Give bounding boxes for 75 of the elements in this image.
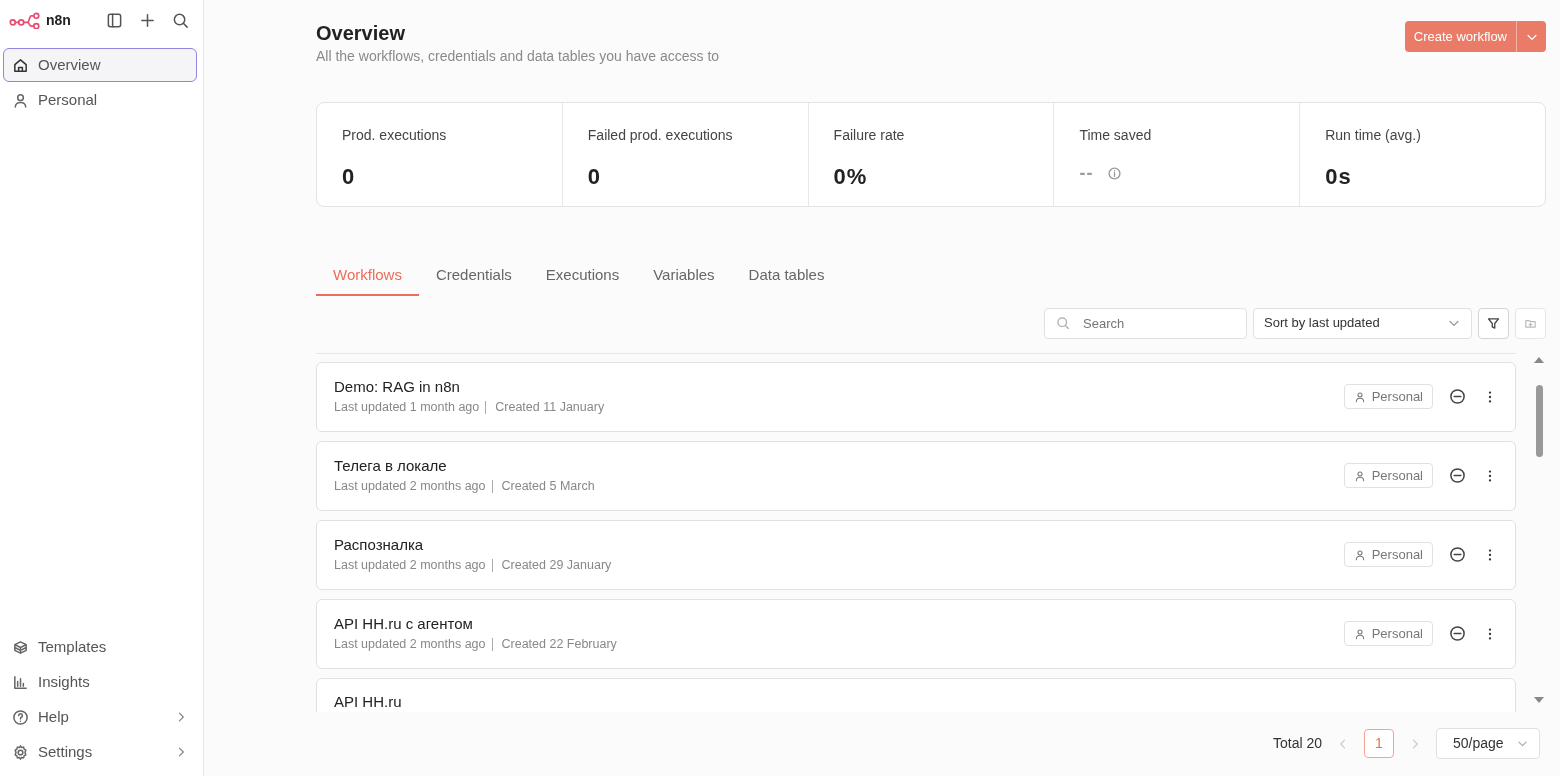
workflow-title: Demo: RAG in n8n [334, 376, 461, 397]
workflow-title: API HH.ru с агентом [334, 613, 474, 634]
info-icon[interactable] [1107, 166, 1123, 181]
workflow-title: API HH.ru [334, 691, 402, 712]
stat-label: Run time (avg.) [1325, 126, 1422, 145]
minus-circle-icon [1449, 467, 1466, 484]
stat-value: 0 [587, 163, 602, 191]
stat-label: Time saved [1079, 126, 1153, 145]
archive-button[interactable] [1449, 388, 1466, 405]
nav-item[interactable]: Personal [3, 83, 197, 117]
owner-badge: Personal [1343, 621, 1433, 646]
search-field[interactable]: Search [1044, 307, 1247, 339]
stat-label: Failed prod. executions [587, 126, 734, 145]
tab[interactable]: Credentials [418, 260, 529, 296]
bar-chart-icon [12, 673, 29, 691]
settings-icon [12, 743, 29, 761]
archive-button[interactable] [1449, 625, 1466, 642]
stat-value: 0s [1325, 163, 1352, 191]
updated-text: Last updated 2 months ago [334, 557, 486, 575]
created-text: Created 29 January [501, 557, 612, 575]
person-icon [1353, 390, 1366, 403]
filter-icon [1486, 315, 1501, 331]
tab[interactable]: Data tables [731, 260, 842, 296]
brand-name: n8n [46, 10, 71, 30]
archive-button[interactable] [1449, 546, 1466, 563]
filter-button[interactable] [1478, 307, 1509, 339]
page-subtitle: All the workflows, credentials and data tables you have access to [316, 47, 720, 66]
workflow-card[interactable]: API HH.ru [316, 677, 1516, 712]
nav-item[interactable]: Overview [3, 48, 197, 82]
updated-text: Last updated 2 months ago [334, 478, 486, 496]
add-icon[interactable] [139, 11, 156, 29]
owner-badge: Personal [1343, 384, 1433, 409]
workflow-card[interactable]: API HH.ru с агентом Last updated 2 months ago Created 22 February Personal [316, 598, 1516, 669]
archive-button[interactable] [1449, 467, 1466, 484]
created-text: Created 22 February [501, 636, 617, 654]
tab[interactable]: Executions [528, 260, 637, 296]
workflow-card[interactable]: Телега в локале Last updated 2 months ago Created 5 March Personal [316, 440, 1516, 511]
person-icon [1353, 627, 1366, 640]
home-icon [12, 56, 29, 74]
owner-badge: Personal [1343, 463, 1433, 488]
help-icon [12, 708, 29, 726]
created-text: Created 5 March [501, 478, 595, 496]
person-icon [12, 91, 29, 109]
stat-value: 0 [342, 163, 356, 191]
search-icon [1056, 315, 1070, 330]
stat-value: -- [1079, 162, 1094, 185]
minus-circle-icon [1449, 546, 1466, 563]
workflow-title: Телега в локале [334, 455, 448, 476]
workflow-card[interactable]: Demo: RAG in n8n Last updated 1 month ago Created 11 January Personal [316, 361, 1516, 432]
search-icon[interactable] [172, 11, 189, 29]
page-size-dropdown[interactable]: 50/page [1436, 728, 1540, 760]
minus-circle-icon [1449, 388, 1466, 405]
nav-item[interactable]: Templates [3, 630, 197, 664]
cube-icon [12, 638, 29, 656]
sidebar-toggle-icon[interactable] [106, 11, 123, 29]
updated-text: Last updated 1 month ago [334, 399, 480, 417]
nav-item[interactable]: Settings [3, 735, 197, 769]
updated-text: Last updated 2 months ago [334, 636, 486, 654]
stat-value: 0% [833, 163, 868, 191]
workflow-card[interactable]: Распозналка Last updated 2 months ago Created 29 January Personal [316, 519, 1516, 590]
minus-circle-icon [1449, 625, 1466, 642]
stat-label: Prod. executions [342, 126, 448, 145]
sort-dropdown[interactable]: Sort by last updated [1253, 307, 1472, 339]
person-icon [1353, 469, 1366, 482]
workflow-title: Распозналка [334, 534, 425, 555]
tab[interactable]: Variables [636, 260, 732, 296]
stat-label: Failure rate [833, 126, 906, 145]
logo-icon [9, 11, 41, 29]
page-title: Overview [316, 21, 406, 46]
created-text: Created 11 January [495, 399, 605, 417]
owner-badge: Personal [1343, 542, 1433, 567]
nav-item[interactable]: Insights [3, 665, 197, 699]
total-count: Total 20 [1272, 734, 1322, 754]
person-icon [1353, 548, 1366, 561]
nav-item[interactable]: Help [3, 700, 197, 734]
